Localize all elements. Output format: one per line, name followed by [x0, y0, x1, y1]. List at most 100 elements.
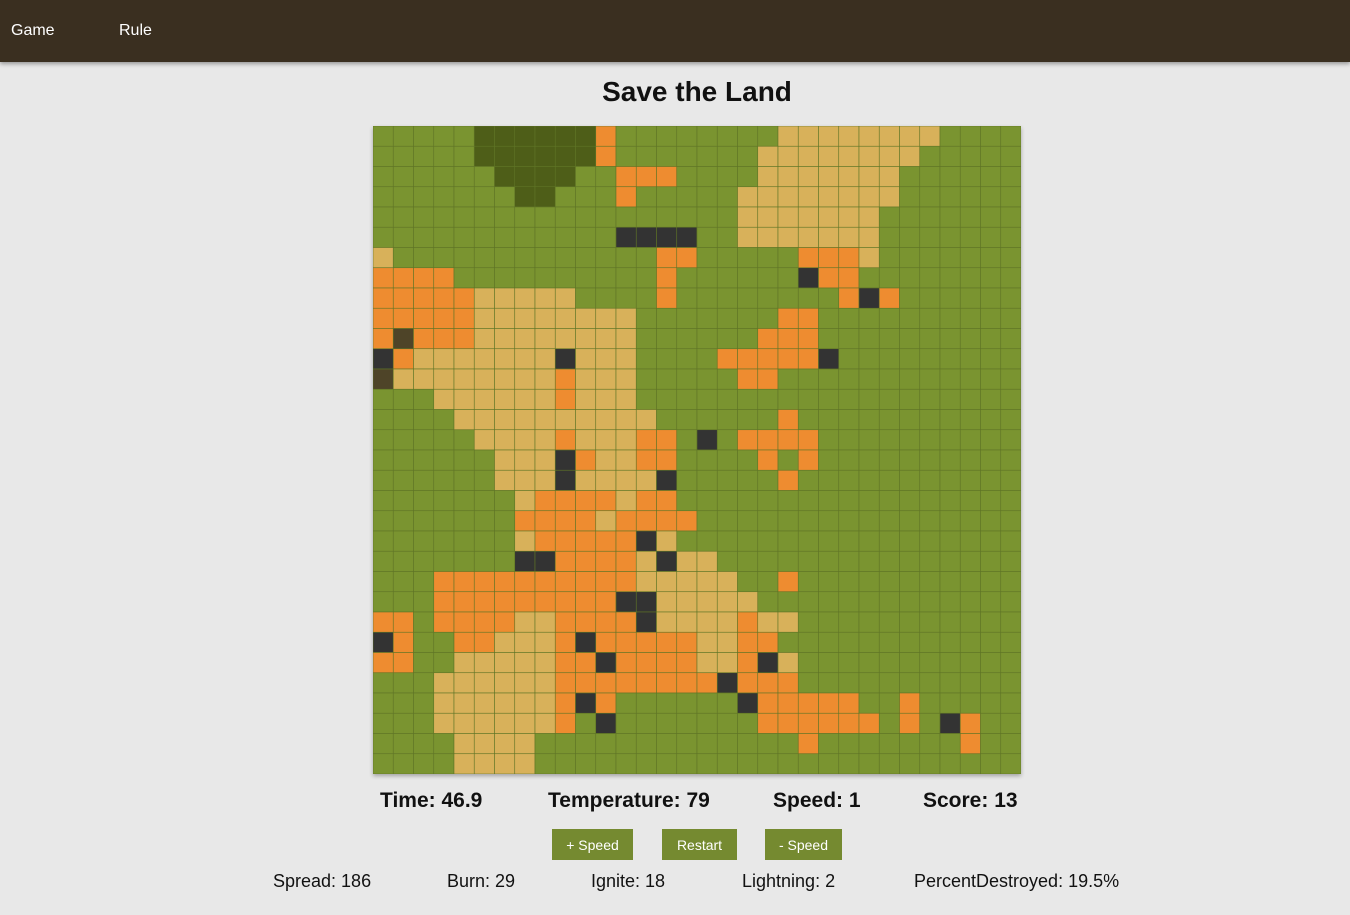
grid-cell-burnt[interactable] [453, 388, 475, 410]
grid-cell-grass[interactable] [858, 267, 880, 289]
grid-cell-grass[interactable] [554, 733, 576, 755]
grid-cell-burning[interactable] [656, 510, 678, 532]
grid-cell-burning[interactable] [433, 571, 455, 593]
grid-cell-grass[interactable] [635, 692, 657, 714]
grid-cell-grass[interactable] [676, 126, 698, 147]
grid-cell-burning[interactable] [554, 672, 576, 694]
grid-cell-grass[interactable] [858, 328, 880, 350]
grid-cell-grass[interactable] [514, 226, 536, 248]
grid-cell-burnt[interactable] [514, 611, 536, 633]
grid-cell-grass[interactable] [595, 753, 617, 774]
grid-cell-grass[interactable] [392, 226, 414, 248]
grid-cell-grass[interactable] [413, 733, 435, 755]
grid-cell-burning[interactable] [534, 510, 556, 532]
grid-cell-grass[interactable] [392, 247, 414, 269]
grid-cell-grass[interactable] [676, 267, 698, 289]
grid-cell-destroyed[interactable] [554, 469, 576, 491]
grid-cell-grass[interactable] [878, 611, 900, 633]
grid-cell-grass[interactable] [919, 186, 941, 208]
grid-cell-grass[interactable] [818, 368, 840, 390]
grid-cell-grass[interactable] [554, 753, 576, 774]
grid-cell-burnt[interactable] [514, 348, 536, 370]
grid-cell-grass[interactable] [797, 368, 819, 390]
grid-cell-burnt[interactable] [514, 692, 536, 714]
grid-cell-burnt[interactable] [757, 226, 779, 248]
grid-cell-grass[interactable] [777, 449, 799, 471]
grid-cell-grass[interactable] [777, 631, 799, 653]
grid-cell-burning[interactable] [757, 328, 779, 350]
grid-cell-burnt[interactable] [473, 287, 495, 309]
grid-cell-grass[interactable] [980, 126, 1002, 147]
grid-cell-grass[interactable] [392, 388, 414, 410]
grid-cell-grass[interactable] [899, 469, 921, 491]
grid-cell-grass[interactable] [757, 591, 779, 613]
grid-cell-burnt[interactable] [473, 429, 495, 451]
grid-cell-destroyed[interactable] [514, 550, 536, 572]
grid-cell-grass[interactable] [797, 672, 819, 694]
grid-cell-grass[interactable] [413, 712, 435, 734]
grid-cell-grass[interactable] [737, 530, 759, 552]
grid-cell-burning[interactable] [838, 287, 860, 309]
grid-cell-ash[interactable] [373, 368, 394, 390]
grid-cell-burning[interactable] [615, 186, 637, 208]
grid-cell-grass[interactable] [757, 126, 779, 147]
grid-cell-grass[interactable] [453, 469, 475, 491]
grid-cell-grass[interactable] [392, 571, 414, 593]
grid-cell-grass[interactable] [818, 287, 840, 309]
grid-cell-grass[interactable] [676, 429, 698, 451]
grid-cell-grass[interactable] [433, 126, 455, 147]
grid-cell-burning[interactable] [575, 611, 597, 633]
grid-cell-grass[interactable] [635, 388, 657, 410]
grid-cell-burnt[interactable] [797, 226, 819, 248]
grid-cell-grass[interactable] [433, 753, 455, 774]
grid-cell-burnt[interactable] [696, 571, 718, 593]
grid-cell-burning[interactable] [453, 611, 475, 633]
grid-cell-grass[interactable] [373, 571, 394, 593]
grid-cell-burnt[interactable] [433, 368, 455, 390]
grid-cell-burning[interactable] [373, 267, 394, 289]
grid-cell-grass[interactable] [373, 145, 394, 167]
grid-cell-grass[interactable] [716, 307, 738, 329]
grid-cell-burning[interactable] [676, 652, 698, 674]
grid-cell-grass[interactable] [676, 469, 698, 491]
grid-cell-burning[interactable] [453, 591, 475, 613]
grid-cell-grass[interactable] [413, 429, 435, 451]
grid-cell-grass[interactable] [818, 611, 840, 633]
grid-cell-grass[interactable] [635, 753, 657, 774]
grid-cell-grass[interactable] [858, 591, 880, 613]
grid-cell-grass[interactable] [939, 449, 961, 471]
grid-cell-destroyed[interactable] [635, 611, 657, 633]
grid-cell-grass[interactable] [1000, 469, 1021, 491]
grid-cell-grass[interactable] [473, 247, 495, 269]
grid-cell-destroyed[interactable] [554, 449, 576, 471]
grid-cell-grass[interactable] [737, 328, 759, 350]
grid-cell-forest[interactable] [554, 126, 576, 147]
grid-cell-grass[interactable] [413, 672, 435, 694]
grid-cell-grass[interactable] [858, 652, 880, 674]
grid-cell-grass[interactable] [899, 307, 921, 329]
grid-cell-grass[interactable] [959, 206, 981, 228]
grid-cell-grass[interactable] [676, 186, 698, 208]
grid-cell-burnt[interactable] [433, 712, 455, 734]
grid-cell-grass[interactable] [413, 247, 435, 269]
grid-cell-grass[interactable] [696, 449, 718, 471]
grid-cell-grass[interactable] [716, 490, 738, 512]
grid-cell-grass[interactable] [939, 126, 961, 147]
grid-cell-burnt[interactable] [575, 307, 597, 329]
grid-cell-burnt[interactable] [494, 692, 516, 714]
grid-cell-burnt[interactable] [534, 328, 556, 350]
grid-cell-grass[interactable] [878, 247, 900, 269]
grid-cell-grass[interactable] [373, 226, 394, 248]
grid-cell-grass[interactable] [797, 591, 819, 613]
grid-cell-grass[interactable] [737, 490, 759, 512]
grid-cell-grass[interactable] [373, 126, 394, 147]
grid-cell-grass[interactable] [939, 287, 961, 309]
grid-cell-grass[interactable] [373, 530, 394, 552]
grid-cell-grass[interactable] [473, 490, 495, 512]
grid-cell-burnt[interactable] [514, 712, 536, 734]
grid-cell-grass[interactable] [716, 226, 738, 248]
grid-cell-grass[interactable] [757, 530, 779, 552]
grid-cell-burnt[interactable] [878, 145, 900, 167]
grid-cell-burning[interactable] [433, 287, 455, 309]
grid-cell-destroyed[interactable] [797, 267, 819, 289]
